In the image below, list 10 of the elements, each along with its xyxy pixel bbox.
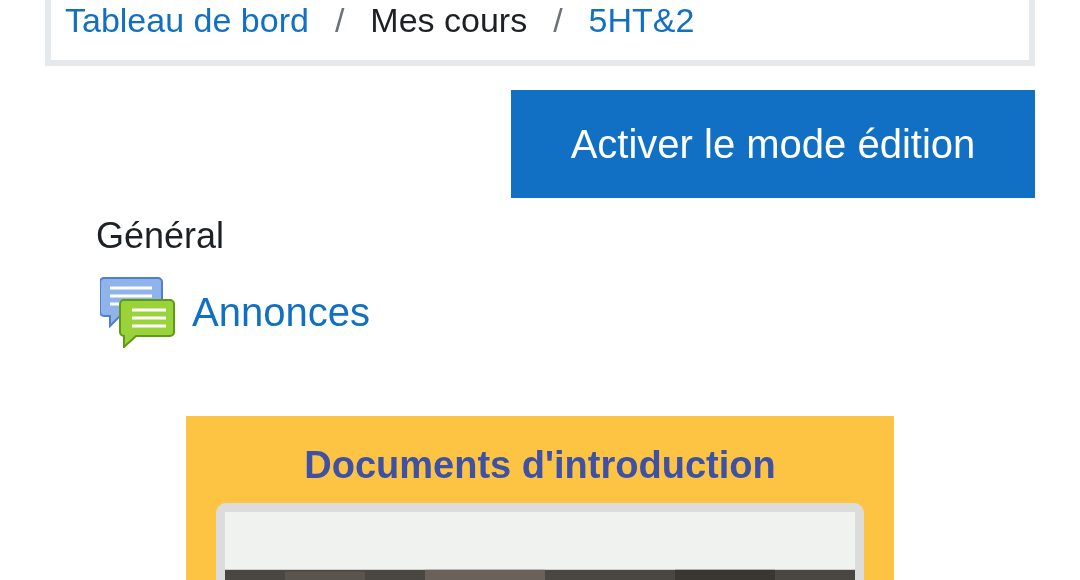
breadcrumb-separator: /	[334, 0, 345, 40]
chat-bubbles-icon	[100, 276, 176, 348]
breadcrumb-link[interactable]: 5HT&2	[588, 0, 695, 40]
breadcrumb-item: Mes cours	[370, 0, 528, 40]
banner-title: Documents d'introduction	[304, 444, 776, 487]
edit-mode-button[interactable]: Activer le mode édition	[511, 90, 1035, 198]
section-title: Général	[96, 214, 226, 258]
breadcrumb-link[interactable]: Tableau de bord	[65, 0, 309, 40]
breadcrumb-separator: /	[553, 0, 563, 40]
activity-link[interactable]: Annonces	[192, 289, 370, 335]
